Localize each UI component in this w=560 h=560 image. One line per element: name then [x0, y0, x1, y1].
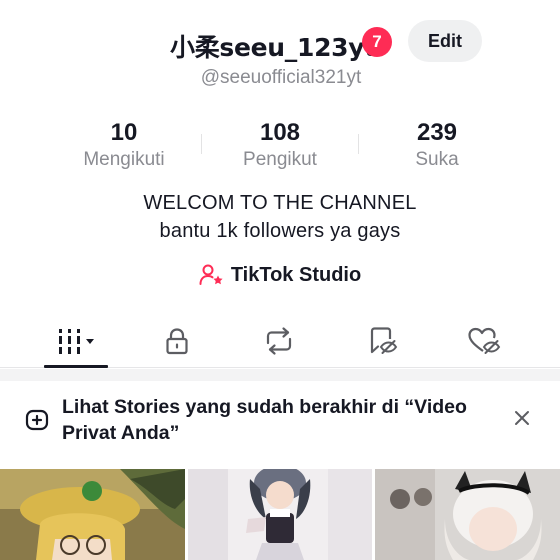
- stat-following[interactable]: 10 Mengikuti: [44, 118, 204, 172]
- tab-reposts[interactable]: [223, 314, 335, 368]
- username: 小柔seeu_123yt: [170, 33, 376, 62]
- repost-icon: [266, 327, 292, 355]
- heart-hidden-icon: [468, 327, 501, 354]
- stat-likes-value: 239: [416, 119, 458, 146]
- tab-liked[interactable]: [428, 314, 540, 368]
- user-handle-text: @seeuofficial321yt: [200, 67, 362, 88]
- tab-videos[interactable]: [20, 314, 132, 368]
- video-thumbnail-1[interactable]: [0, 469, 185, 560]
- bio-line-1: WELCOM TO THE CHANNEL: [143, 192, 417, 214]
- stat-followers[interactable]: 108 Pengikut: [200, 118, 360, 172]
- profile-header: 小柔seeu_123yt 7 Edit: [0, 20, 560, 64]
- person-star-icon: [199, 264, 223, 285]
- stat-followers-value: 108: [259, 119, 301, 146]
- video-thumbnail-2-image: [188, 469, 372, 560]
- video-thumbnail-3-image: [375, 469, 560, 560]
- profile-tabs: [0, 314, 560, 368]
- grid-dropdown-icon: [59, 329, 94, 354]
- edit-profile-button[interactable]: Edit: [408, 20, 482, 62]
- tiktok-studio-label: TikTok Studio: [230, 263, 362, 286]
- user-handle: @seeuofficial321yt: [0, 67, 560, 89]
- stat-likes[interactable]: 239 Suka: [357, 118, 517, 172]
- bio-line-2: bantu 1k followers ya gays: [159, 220, 401, 242]
- tab-private[interactable]: [121, 314, 233, 368]
- stat-following-value: 10: [110, 119, 138, 146]
- stat-following-label: Mengikuti: [83, 149, 165, 170]
- bookmark-hidden-icon: [370, 327, 398, 354]
- stories-banner-text: Lihat Stories yang sudah berakhir di “Vi…: [62, 396, 467, 444]
- video-grid: [0, 469, 560, 560]
- active-tab-indicator: [44, 365, 108, 368]
- lock-icon: [166, 328, 188, 355]
- notification-badge[interactable]: 7: [362, 27, 392, 57]
- stories-plus-icon: [24, 407, 50, 438]
- stat-followers-label: Pengikut: [243, 149, 317, 170]
- video-thumbnail-1-image: [0, 469, 185, 560]
- video-thumbnail-2[interactable]: [188, 469, 372, 560]
- stat-likes-label: Suka: [415, 149, 459, 170]
- close-icon[interactable]: [510, 406, 534, 430]
- video-thumbnail-3[interactable]: [375, 469, 560, 560]
- section-divider: [0, 369, 560, 381]
- tab-favorites[interactable]: [325, 314, 437, 368]
- profile-stats: 10 Mengikuti 108 Pengikut 239 Suka: [0, 118, 560, 174]
- profile-bio: WELCOM TO THE CHANNEL bantu 1k followers…: [0, 189, 560, 245]
- tiktok-studio-link[interactable]: TikTok Studio: [0, 263, 560, 291]
